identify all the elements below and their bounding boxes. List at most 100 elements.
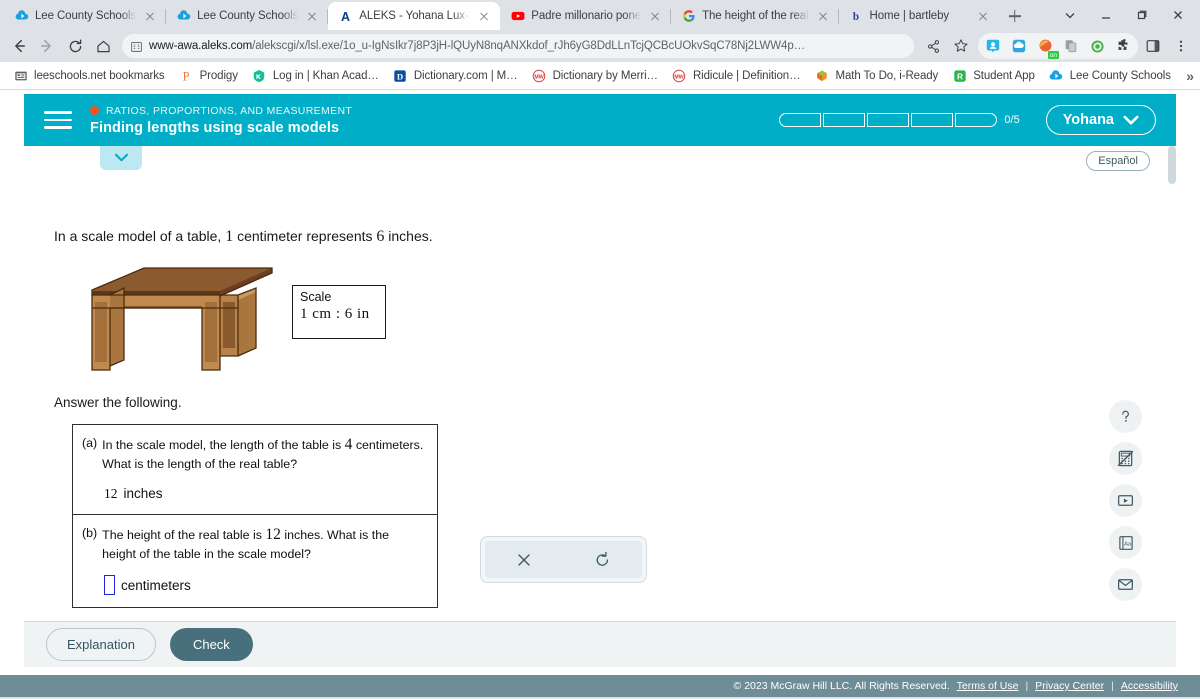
scale-box: Scale 1 cm : 6 in (292, 285, 386, 339)
side-tool-rail: Aa (1109, 400, 1142, 601)
tab-close-icon[interactable] (975, 8, 991, 24)
bookmark-item[interactable]: MW Dictionary by Merri… (525, 65, 665, 86)
puzzle-icon[interactable] (1110, 33, 1136, 59)
bookmark-item[interactable]: D Dictionary.com | M… (386, 65, 525, 86)
question-statement: In a scale model of a table, 1 centimete… (54, 228, 433, 246)
svg-text:MW: MW (675, 74, 684, 80)
question-text-mid: centimeter represents (233, 228, 377, 244)
site-info-icon[interactable] (130, 40, 143, 53)
bookmark-item[interactable]: leeschools.net bookmarks (6, 65, 172, 86)
browser-tab-5[interactable]: b Home | bartleby (839, 2, 999, 30)
browser-toolbar: www-awa.aleks.com/alekscgi/x/lsl.exe/1o_… (0, 30, 1200, 62)
bookmark-label: leeschools.net bookmarks (34, 69, 165, 82)
bookmark-label: Log in | Khan Acad… (272, 69, 379, 82)
tab-search-chevron-icon[interactable] (1052, 0, 1088, 30)
merriam-webster-icon: MW (532, 68, 547, 83)
new-tab-button[interactable] (1001, 2, 1029, 30)
cloud-icon (1049, 68, 1064, 83)
copyright-text: © 2023 McGraw Hill LLC. All Rights Reser… (733, 680, 950, 692)
part-text-pre: In the scale model, the length of the ta… (102, 438, 345, 452)
part-value: 12 (265, 525, 281, 543)
video-play-icon[interactable] (1109, 484, 1142, 517)
accessibility-link[interactable]: Accessibility (1121, 680, 1178, 692)
answer-input-b[interactable] (104, 575, 115, 596)
prodigy-icon: P (179, 68, 194, 83)
minimize-icon[interactable] (1088, 0, 1124, 30)
share-icon[interactable] (920, 33, 946, 59)
page-title: Finding lengths using scale models (90, 119, 340, 136)
grammarly-icon[interactable]: on (1032, 33, 1059, 59)
help-question-icon[interactable] (1109, 400, 1142, 433)
progress-segment (823, 113, 866, 127)
roblox-icon: R (952, 68, 967, 83)
bookmarks-overflow-button[interactable]: » (1186, 68, 1194, 84)
scrollbar-thumb[interactable] (1168, 146, 1176, 184)
tab-close-icon[interactable] (142, 8, 158, 24)
address-bar[interactable]: www-awa.aleks.com/alekscgi/x/lsl.exe/1o_… (122, 34, 914, 58)
iready-icon (814, 68, 829, 83)
window-controls (1052, 0, 1196, 30)
tab-close-icon[interactable] (647, 8, 663, 24)
check-button[interactable]: Check (169, 628, 253, 661)
browser-tab-3[interactable]: Padre millonario pone (500, 2, 672, 30)
browser-tab-0[interactable]: Lee County Schools (4, 2, 167, 30)
topic-category: RATIOS, PROPORTIONS, AND MEASUREMENT (90, 105, 779, 117)
user-menu-button[interactable]: Yohana (1045, 105, 1156, 135)
tab-title: Lee County Schools (35, 10, 137, 22)
explanation-button[interactable]: Explanation (46, 628, 156, 661)
url-path: /alekscgi/x/lsl.exe/1o_u-IgNsIkr7j8P3jH-… (252, 40, 806, 52)
bookmark-item[interactable]: P Prodigy (172, 65, 245, 86)
answer-unit-a: inches (123, 486, 163, 502)
tab-close-icon[interactable] (304, 8, 320, 24)
side-panel-icon[interactable] (1140, 33, 1166, 59)
tab-close-icon[interactable] (476, 8, 492, 24)
bookmark-label: Student App (973, 69, 1035, 82)
collapse-header-button[interactable] (100, 146, 142, 170)
privacy-center-link[interactable]: Privacy Center (1035, 680, 1104, 692)
three-dot-menu-icon[interactable] (1168, 33, 1194, 59)
table-illustration (86, 262, 276, 374)
question-scroll-area: Español In a scale model of a table, 1 c… (24, 146, 1176, 638)
undo-icon[interactable] (564, 551, 643, 568)
bookmark-item[interactable]: Lee County Schools (1042, 65, 1178, 86)
duplicate-tabs-icon[interactable] (1058, 33, 1084, 59)
svg-text:P: P (183, 69, 190, 83)
terms-of-use-link[interactable]: Terms of Use (957, 680, 1019, 692)
browser-tab-1[interactable]: Lee County Schools (166, 2, 329, 30)
forward-arrow-icon[interactable] (34, 33, 60, 59)
tab-title: Lee County Schools (197, 10, 299, 22)
close-window-icon[interactable] (1160, 0, 1196, 30)
calculator-disabled-icon[interactable] (1109, 442, 1142, 475)
x-clear-icon[interactable] (485, 552, 564, 568)
bookmark-item[interactable]: Math To Do, i-Ready (807, 65, 945, 86)
envelope-icon[interactable] (1109, 568, 1142, 601)
answer-part-b: (b) The height of the real table is 12 i… (73, 513, 437, 608)
copyright-bar: © 2023 McGraw Hill LLC. All Rights Reser… (0, 675, 1200, 697)
back-arrow-icon[interactable] (6, 33, 32, 59)
dictionary-icon: D (393, 68, 408, 83)
answer-value-a[interactable]: 12 (104, 486, 118, 502)
answer-part-a: (a) In the scale model, the length of th… (73, 425, 437, 514)
aleks-a-icon: A (338, 9, 353, 24)
star-icon[interactable] (948, 33, 974, 59)
part-text: The height of the real table is 12 inche… (102, 525, 425, 563)
hamburger-menu-icon[interactable] (44, 108, 74, 132)
part-text: In the scale model, the length of the ta… (102, 435, 425, 473)
green-shield-icon[interactable] (1084, 33, 1110, 59)
reload-icon[interactable] (62, 33, 88, 59)
browser-tab-4[interactable]: The height of the real (671, 2, 839, 30)
bookmark-item[interactable]: R Student App (945, 65, 1042, 86)
tab-close-icon[interactable] (815, 8, 831, 24)
home-icon[interactable] (90, 33, 116, 59)
dictionary-aa-icon[interactable]: Aa (1109, 526, 1142, 559)
language-toggle-button[interactable]: Español (1086, 151, 1150, 171)
progress-bar (779, 113, 998, 127)
person-badge-icon[interactable] (980, 33, 1006, 59)
bookmark-item[interactable]: Log in | Khan Acad… (245, 65, 386, 86)
bookmark-item[interactable]: MW Ridicule | Definition… (665, 65, 808, 86)
page-scrollbar[interactable] (1168, 146, 1176, 638)
progress-indicator: 0/5 (779, 113, 1020, 127)
cloud-blue-icon[interactable] (1006, 33, 1032, 59)
browser-tab-2-active[interactable]: A ALEKS - Yohana Lux-M (328, 2, 501, 30)
maximize-icon[interactable] (1124, 0, 1160, 30)
